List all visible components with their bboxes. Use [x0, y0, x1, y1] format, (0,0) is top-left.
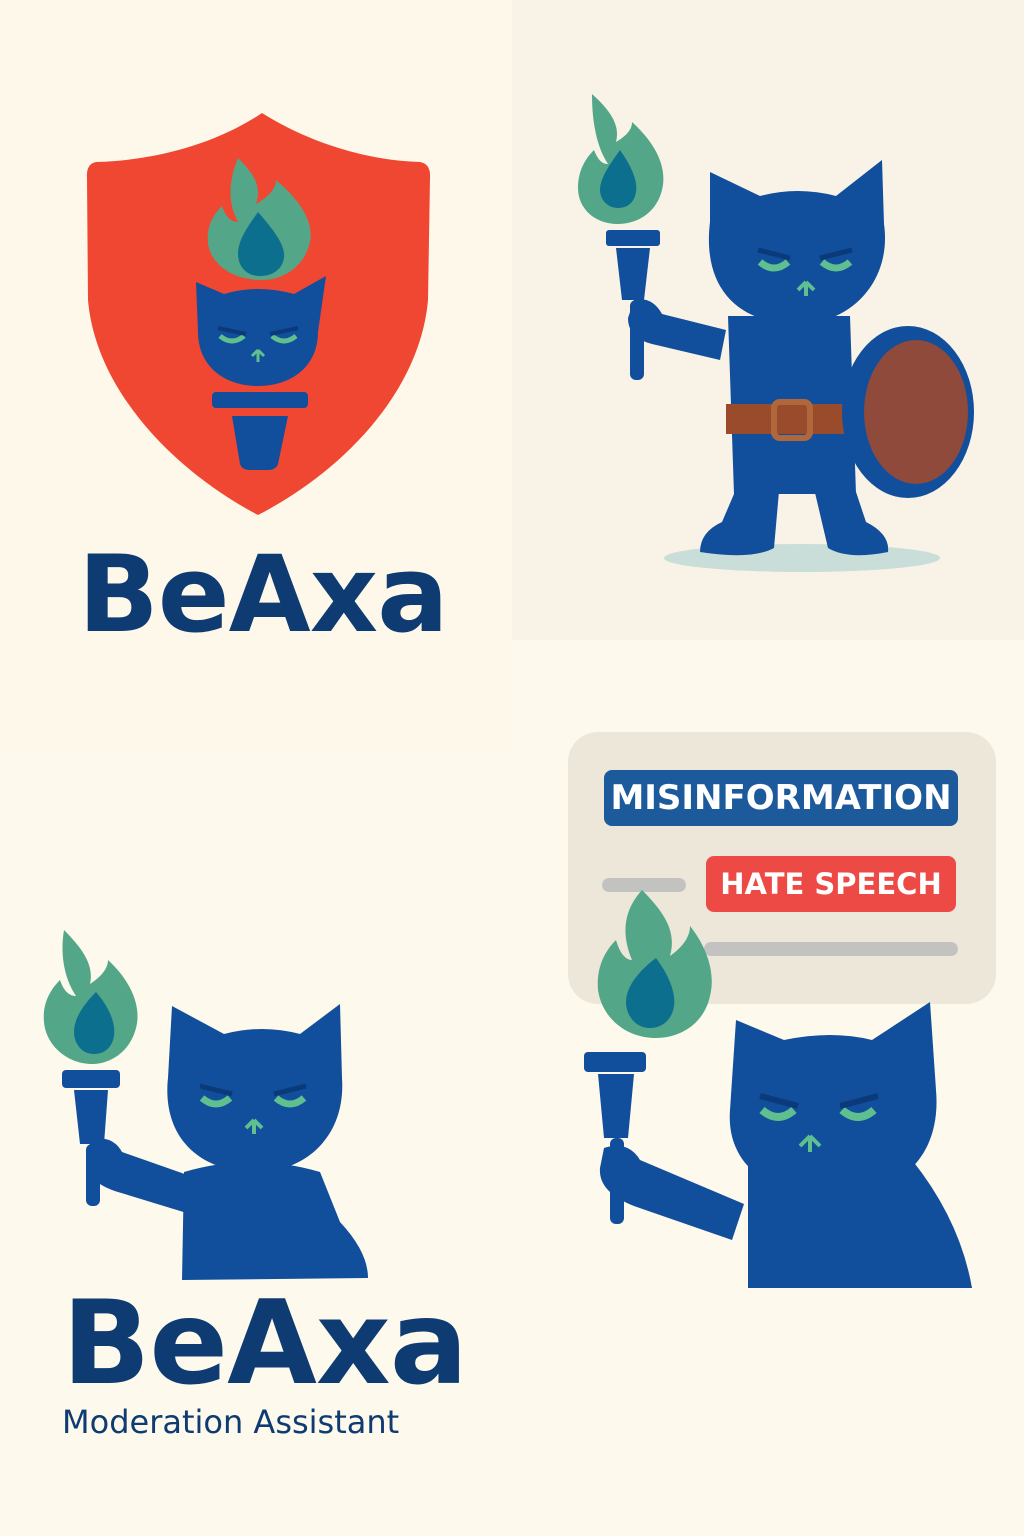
- brand-subtitle: Moderation Assistant: [62, 1403, 400, 1441]
- cat-warrior-icon: [578, 94, 974, 572]
- brand-wordmark: BeAxa: [78, 533, 449, 656]
- brand-wordmark: BeAxa: [62, 1276, 468, 1411]
- cat-mascot-icon: [584, 890, 972, 1288]
- logo-shield-panel: BeAxa: [0, 0, 512, 752]
- moderation-panel: MISINFORMATION HATE SPEECH: [512, 640, 1024, 1536]
- warrior-mascot-panel: [512, 0, 1024, 640]
- logo-mascot-panel: BeAxa Moderation Assistant: [0, 752, 512, 1536]
- round-shield-icon: [842, 326, 974, 498]
- belt-icon: [726, 399, 852, 441]
